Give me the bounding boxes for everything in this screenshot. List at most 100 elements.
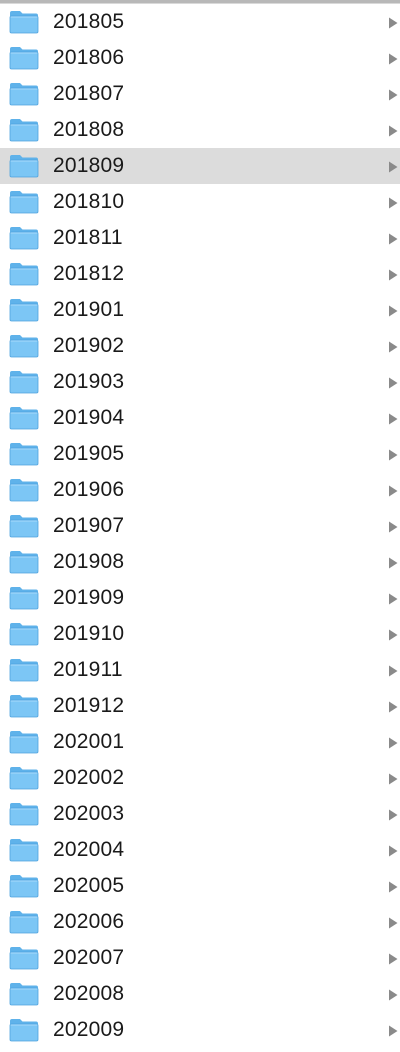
folder-row[interactable]: 201902 [0,328,400,364]
folder-name: 201902 [53,334,125,357]
folder-row[interactable]: 201910 [0,616,400,652]
folder-row[interactable]: 202001 [0,724,400,760]
folder-name: 201908 [53,550,125,573]
folder-icon [9,190,39,214]
folder-icon [9,622,39,646]
folder-name: 201910 [53,622,125,645]
folder-row[interactable]: 202003 [0,796,400,832]
disclosure-triangle-right-icon[interactable] [388,880,398,893]
folder-icon [9,154,39,178]
folder-row[interactable]: 201911 [0,652,400,688]
folder-row[interactable]: 201905 [0,436,400,472]
folder-row-selected[interactable]: 201809 [0,148,400,184]
disclosure-triangle-right-icon[interactable] [388,268,398,281]
folder-row[interactable]: 201908 [0,544,400,580]
disclosure-triangle-right-icon[interactable] [388,160,398,173]
folder-name: 201806 [53,46,125,69]
disclosure-triangle-right-icon[interactable] [388,664,398,677]
disclosure-triangle-right-icon[interactable] [388,448,398,461]
folder-name: 202004 [53,838,125,861]
disclosure-triangle-right-icon[interactable] [388,16,398,29]
disclosure-triangle-right-icon[interactable] [388,808,398,821]
disclosure-triangle-right-icon[interactable] [388,592,398,605]
folder-name: 201809 [53,154,125,177]
disclosure-triangle-right-icon[interactable] [388,520,398,533]
folder-icon [9,658,39,682]
folder-row[interactable]: 201909 [0,580,400,616]
folder-icon [9,370,39,394]
disclosure-triangle-right-icon[interactable] [388,700,398,713]
folder-name: 201906 [53,478,125,501]
disclosure-triangle-right-icon[interactable] [388,952,398,965]
folder-name: 201805 [53,10,125,33]
folder-name: 202007 [53,946,125,969]
disclosure-triangle-right-icon[interactable] [388,376,398,389]
folder-row[interactable]: 202007 [0,940,400,976]
disclosure-triangle-right-icon[interactable] [388,844,398,857]
folder-icon [9,802,39,826]
folder-row[interactable]: 201812 [0,256,400,292]
folder-name: 202003 [53,802,125,825]
folder-row[interactable]: 201806 [0,40,400,76]
folder-row[interactable]: 202002 [0,760,400,796]
folder-name: 202005 [53,874,125,897]
folder-row[interactable]: 201811 [0,220,400,256]
disclosure-triangle-right-icon[interactable] [388,340,398,353]
disclosure-triangle-right-icon[interactable] [388,916,398,929]
folder-icon [9,514,39,538]
folder-name: 202008 [53,982,125,1005]
disclosure-triangle-right-icon[interactable] [388,88,398,101]
folder-name: 201905 [53,442,125,465]
folder-row[interactable]: 202005 [0,868,400,904]
disclosure-triangle-right-icon[interactable] [388,124,398,137]
disclosure-triangle-right-icon[interactable] [388,988,398,1001]
folder-row[interactable]: 202004 [0,832,400,868]
folder-name: 202002 [53,766,125,789]
folder-icon [9,442,39,466]
folder-icon [9,478,39,502]
disclosure-triangle-right-icon[interactable] [388,772,398,785]
folder-row[interactable]: 201904 [0,400,400,436]
folder-name: 201810 [53,190,125,213]
folder-name: 201907 [53,514,125,537]
folder-icon [9,1018,39,1042]
folder-name: 201903 [53,370,125,393]
folder-row[interactable]: 202008 [0,976,400,1012]
disclosure-triangle-right-icon[interactable] [388,412,398,425]
folder-name: 202009 [53,1018,125,1041]
folder-name: 201807 [53,82,125,105]
folder-row[interactable]: 201808 [0,112,400,148]
folder-icon [9,838,39,862]
folder-name: 201912 [53,694,125,717]
folder-row[interactable]: 201807 [0,76,400,112]
folder-name: 201812 [53,262,125,285]
folder-icon [9,550,39,574]
folder-name: 201904 [53,406,125,429]
disclosure-triangle-right-icon[interactable] [388,628,398,641]
folder-row[interactable]: 201901 [0,292,400,328]
folder-row[interactable]: 202006 [0,904,400,940]
folder-icon [9,118,39,142]
disclosure-triangle-right-icon[interactable] [388,556,398,569]
folder-icon [9,406,39,430]
folder-row[interactable]: 201810 [0,184,400,220]
disclosure-triangle-right-icon[interactable] [388,304,398,317]
disclosure-triangle-right-icon[interactable] [388,52,398,65]
folder-row[interactable]: 201912 [0,688,400,724]
disclosure-triangle-right-icon[interactable] [388,484,398,497]
disclosure-triangle-right-icon[interactable] [388,196,398,209]
disclosure-triangle-right-icon[interactable] [388,736,398,749]
folder-name: 202001 [53,730,125,753]
disclosure-triangle-right-icon[interactable] [388,232,398,245]
folder-row[interactable]: 201805 [0,4,400,40]
folder-row[interactable]: 201903 [0,364,400,400]
folder-row[interactable]: 201906 [0,472,400,508]
folder-row[interactable]: 202009 [0,1012,400,1048]
folder-icon [9,46,39,70]
folder-icon [9,910,39,934]
folder-icon [9,946,39,970]
disclosure-triangle-right-icon[interactable] [388,1024,398,1037]
folder-icon [9,586,39,610]
folder-row[interactable]: 201907 [0,508,400,544]
folder-name: 202006 [53,910,125,933]
